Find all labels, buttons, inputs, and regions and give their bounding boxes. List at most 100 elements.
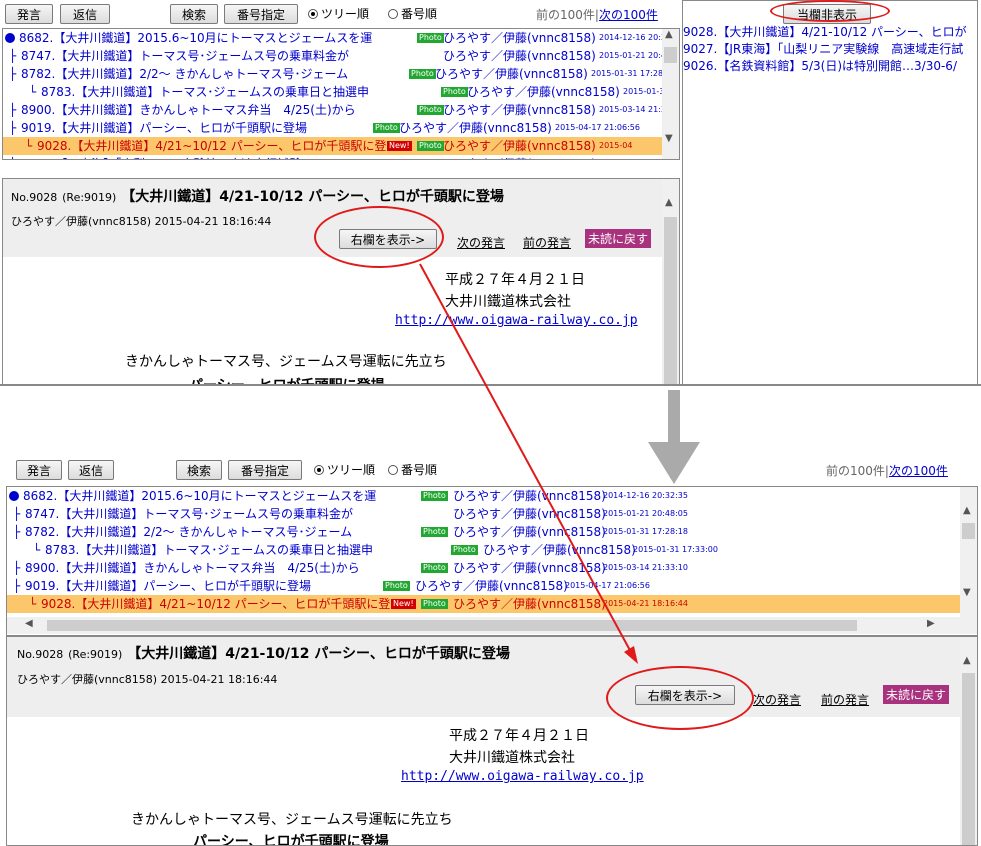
- scroll-thumb[interactable]: [962, 673, 975, 845]
- tree-row-title[interactable]: 8682.【大井川鐵道】2015.6~10月にトーマスとジェームスを運: [23, 487, 376, 505]
- tree-vertical-scrollbar[interactable]: ▲ ▼: [662, 29, 679, 159]
- scroll-thumb[interactable]: [664, 47, 677, 63]
- body-url-link[interactable]: http://www.oigawa-railway.co.jp: [401, 769, 644, 784]
- tree-row-title[interactable]: 8682.【大井川鐵道】2015.6~10月にトーマスとジェームスを運: [19, 29, 372, 47]
- message-vertical-scrollbar[interactable]: ▲: [662, 179, 679, 385]
- tree-row[interactable]: ├ 8900.【大井川鐵道】きかんしゃトーマス弁当 4/25(土)から Photo ひ…: [3, 101, 679, 119]
- next-message-link[interactable]: 次の発言: [753, 691, 801, 708]
- tree-row[interactable]: ├ 8782.【大井川鐵道】2/2～ きかんしゃトーマス号･ジェーム Photo ひろ…: [3, 65, 679, 83]
- photo-badge: Photo: [417, 33, 444, 43]
- number-order-label: 番号順: [401, 463, 438, 477]
- pager: 前の100件|次の100件: [536, 8, 658, 22]
- root-bullet-icon: [9, 491, 19, 501]
- tree-order-radio[interactable]: ツリー順: [314, 462, 375, 478]
- scroll-right-icon[interactable]: ▶: [927, 618, 935, 629]
- tree-row-title[interactable]: 9019.【大井川鐵道】パーシー、ヒロが千頭駅に登場: [25, 577, 311, 595]
- tree-row[interactable]: ├ 9019.【大井川鐵道】パーシー、ヒロが千頭駅に登場 Photo ひろやす／伊藤(…: [3, 119, 679, 137]
- tree-row-title[interactable]: 9028.【大井川鐵道】4/21~10/12 パーシー、ヒロが千頭駅に登: [37, 137, 386, 155]
- tree-row-date: 2015-01-3: [623, 87, 665, 96]
- photo-badge: Photo: [421, 563, 448, 573]
- photo-badge: Photo: [421, 527, 448, 537]
- right-pane-item[interactable]: 9027.【JR東海】「山梨リニア実験線 高速域走行試: [683, 40, 963, 57]
- tree-row-date: 2015-04-21 18:16:44: [603, 599, 688, 608]
- tree-row-date: 2014-12-16 20:3: [599, 33, 666, 42]
- scroll-down-icon[interactable]: ▼: [963, 587, 971, 598]
- tree-row-title[interactable]: 9019.【大井川鐵道】パーシー、ヒロが千頭駅に登場: [21, 119, 307, 137]
- message-reply-to: (Re:9019): [68, 648, 123, 661]
- number-button[interactable]: 番号指定: [224, 4, 298, 24]
- scroll-thumb[interactable]: [664, 217, 677, 385]
- prev-100-label: 前の100件: [536, 8, 595, 22]
- tree-row-title[interactable]: 8782.【大井川鐵道】2/2～ きかんしゃトーマス号･ジェーム: [25, 523, 352, 541]
- tree-row-title[interactable]: 8783.【大井川鐵道】トーマス･ジェームスの乗車日と抽選申: [41, 83, 369, 101]
- scroll-up-icon[interactable]: ▲: [963, 655, 971, 666]
- body-company: 大井川鐵道株式会社: [445, 294, 571, 310]
- tree-row[interactable]: └ 9028.【大井川鐵道】4/21~10/12 パーシー、ヒロが千頭駅に登 New…: [3, 137, 679, 155]
- tree-row-date: 2015-04-17 21:06:56: [565, 581, 650, 590]
- pager: 前の100件|次の100件: [826, 464, 948, 478]
- reply-button[interactable]: 返信: [60, 4, 110, 24]
- tree-row[interactable]: ├ 8747.【大井川鐵道】トーマス号･ジェームス号の乗車料金が ひろやす／伊藤(v…: [7, 505, 977, 523]
- next-100-link[interactable]: 次の100件: [889, 464, 948, 478]
- body-line-1: きかんしゃトーマス号、ジェームス号運転に先立ち: [125, 354, 447, 370]
- tree-vertical-scrollbar[interactable]: ▲ ▼: [960, 487, 977, 617]
- tree-row-author: ひろやす／伊藤(vnnc8158): [453, 507, 606, 521]
- photo-badge: Photo: [373, 123, 400, 133]
- tree-row[interactable]: 8682.【大井川鐵道】2015.6~10月にトーマスとジェームスを運 Photo…: [7, 487, 977, 505]
- tree-row-title[interactable]: 8900.【大井川鐵道】きかんしゃトーマス弁当 4/25(土)から: [21, 101, 356, 119]
- scroll-down-icon[interactable]: ▼: [665, 133, 673, 144]
- prev-message-link[interactable]: 前の発言: [821, 691, 869, 708]
- number-button[interactable]: 番号指定: [228, 460, 302, 480]
- tree-order-radio[interactable]: ツリー順: [308, 6, 369, 22]
- scroll-up-icon[interactable]: ▲: [665, 197, 673, 208]
- tree-row-date: 2015-01-31 17:33:00: [633, 545, 718, 554]
- tree-horizontal-scrollbar[interactable]: ◀ ▶: [7, 617, 977, 634]
- tree-row-title[interactable]: 8900.【大井川鐵道】きかんしゃトーマス弁当 4/25(土)から: [25, 559, 360, 577]
- tree-row[interactable]: 8682.【大井川鐵道】2015.6~10月にトーマスとジェームスを運 Photo…: [3, 29, 679, 47]
- tree-row[interactable]: ├ 9019.【大井川鐵道】パーシー、ヒロが千頭駅に登場 Photo ひろやす／伊藤(…: [7, 577, 977, 595]
- tree-row[interactable]: ├ 8747.【大井川鐵道】トーマス号･ジェームス号の乗車料金が ひろやす／伊藤(v…: [3, 47, 679, 65]
- tree-row-title[interactable]: 8747.【大井川鐵道】トーマス号･ジェームス号の乗車料金が: [21, 47, 349, 65]
- mark-unread-button[interactable]: 未読に戻す: [883, 685, 950, 704]
- tree-row-title[interactable]: 8782.【大井川鐵道】2/2～ きかんしゃトーマス号･ジェーム: [21, 65, 348, 83]
- right-pane-item[interactable]: 9028.【大井川鐵道】4/21-10/12 パーシー、ヒロが: [683, 23, 967, 40]
- search-button[interactable]: 検索: [176, 460, 222, 480]
- reply-button[interactable]: 返信: [68, 460, 114, 480]
- root-bullet-icon: [5, 33, 15, 43]
- message-reply-to: (Re:9019): [62, 191, 117, 204]
- tree-order-label: ツリー順: [321, 7, 370, 21]
- tree-row-author: ひろやす／伊藤(vnnc8158): [467, 85, 620, 99]
- scroll-thumb[interactable]: [47, 620, 857, 631]
- search-button[interactable]: 検索: [170, 4, 218, 24]
- tree-row-author: ひろやす／伊藤(vnnc8158): [415, 579, 568, 593]
- right-pane-item[interactable]: 9026.【名鉄資料館】5/3(日)は特別開館…3/30-6/: [683, 57, 957, 74]
- tree-row[interactable]: ├ 8782.【大井川鐵道】2/2～ きかんしゃトーマス号･ジェーム Photo ひろ…: [7, 523, 977, 541]
- tree-row[interactable]: └ 9028.【大井川鐵道】4/21~10/12 パーシー、ヒロが千頭駅に登 New…: [7, 595, 977, 613]
- tree-row-title[interactable]: 8747.【大井川鐵道】トーマス号･ジェームス号の乗車料金が: [25, 505, 353, 523]
- next-message-link[interactable]: 次の発言: [457, 234, 505, 251]
- tree-row-title[interactable]: 9027.【JR東海】「山梨リニア実験線 高速走行試験」の: [21, 155, 325, 159]
- scroll-up-icon[interactable]: ▲: [963, 505, 971, 516]
- tree-row[interactable]: └ 9027.【JR東海】「山梨リニア実験線 高速走行試験」の Photoひろやす／…: [3, 155, 679, 159]
- body-url-link[interactable]: http://www.oigawa-railway.co.jp: [395, 313, 638, 328]
- tree-row-title[interactable]: 8783.【大井川鐵道】トーマス･ジェームスの乗車日と抽選申: [45, 541, 373, 559]
- tree-row-title[interactable]: 9028.【大井川鐵道】4/21~10/12 パーシー、ヒロが千頭駅に登: [41, 595, 390, 613]
- next-100-link[interactable]: 次の100件: [599, 8, 658, 22]
- number-order-radio[interactable]: 番号順: [388, 462, 437, 478]
- tree-row[interactable]: └ 8783.【大井川鐵道】トーマス･ジェームスの乗車日と抽選申 Photo ひろやす…: [7, 541, 977, 559]
- scroll-thumb[interactable]: [962, 523, 975, 539]
- tree-row-date: 2015-03-14 21:3: [599, 105, 666, 114]
- post-button[interactable]: 発言: [16, 460, 62, 480]
- body-company: 大井川鐵道株式会社: [449, 750, 575, 766]
- mark-unread-button[interactable]: 未読に戻す: [585, 229, 652, 248]
- scroll-left-icon[interactable]: ◀: [25, 618, 33, 629]
- post-button[interactable]: 発言: [5, 4, 53, 24]
- tree-row[interactable]: ├ 8900.【大井川鐵道】きかんしゃトーマス弁当 4/25(土)から Photo ひ…: [7, 559, 977, 577]
- number-order-radio[interactable]: 番号順: [388, 6, 437, 22]
- prev-message-link[interactable]: 前の発言: [523, 234, 571, 251]
- message-vertical-scrollbar[interactable]: ▲: [960, 637, 977, 845]
- scroll-up-icon[interactable]: ▲: [665, 29, 673, 40]
- message-title: No.9028 (Re:9019) 【大井川鐵道】4/21-10/12 パーシー…: [17, 643, 510, 663]
- message-pane: No.9028 (Re:9019) 【大井川鐵道】4/21-10/12 パーシー…: [6, 636, 978, 846]
- tree-row[interactable]: └ 8783.【大井川鐵道】トーマス･ジェームスの乗車日と抽選申 Photo ひろやす…: [3, 83, 679, 101]
